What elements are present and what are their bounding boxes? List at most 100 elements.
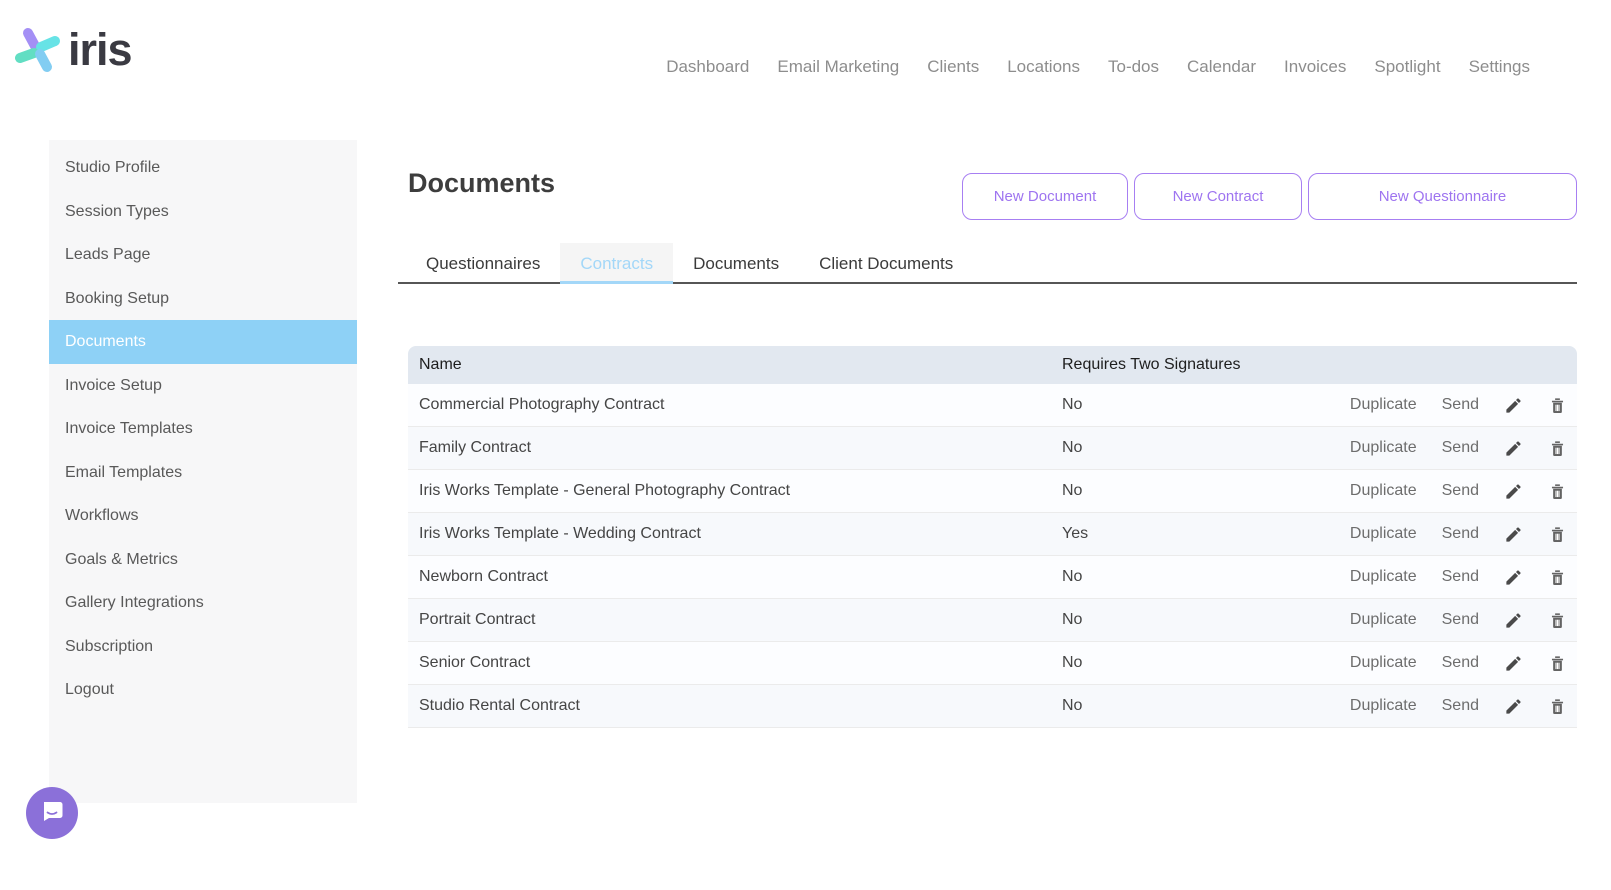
send-link[interactable]: Send (1442, 611, 1479, 629)
duplicate-link[interactable]: Duplicate (1350, 568, 1417, 586)
send-link[interactable]: Send (1442, 568, 1479, 586)
sidebar-item-goals-metrics[interactable]: Goals & Metrics (49, 538, 357, 582)
nav-settings[interactable]: Settings (1469, 57, 1530, 77)
requires-two-signatures-value: No (1062, 396, 1083, 413)
row-actions: Duplicate Send (1302, 439, 1577, 458)
duplicate-link[interactable]: Duplicate (1350, 439, 1417, 457)
delete-trash-icon[interactable] (1548, 525, 1567, 544)
brand-name: iris (68, 24, 133, 75)
chat-bubble-icon (39, 798, 65, 829)
delete-trash-icon[interactable] (1548, 697, 1567, 716)
contract-name: Commercial Photography Contract (419, 396, 665, 413)
table-header: Name Requires Two Signatures (408, 346, 1577, 384)
requires-two-signatures-value: No (1062, 439, 1083, 456)
nav-locations[interactable]: Locations (1007, 57, 1080, 77)
sidebar-item-logout[interactable]: Logout (49, 668, 357, 712)
sidebar-item-email-templates[interactable]: Email Templates (49, 451, 357, 495)
page-title: Documents (408, 168, 556, 198)
chat-launcher-button[interactable] (26, 787, 78, 839)
send-link[interactable]: Send (1442, 525, 1479, 543)
table-row: Studio Rental Contract No Duplicate Send (408, 685, 1577, 728)
table-row: Portrait Contract No Duplicate Send (408, 599, 1577, 642)
duplicate-link[interactable]: Duplicate (1350, 697, 1417, 715)
delete-trash-icon[interactable] (1548, 568, 1567, 587)
delete-trash-icon[interactable] (1548, 439, 1567, 458)
row-actions: Duplicate Send (1302, 396, 1577, 415)
sidebar-item-invoice-templates[interactable]: Invoice Templates (49, 407, 357, 451)
requires-two-signatures-value: No (1062, 654, 1083, 671)
sidebar-item-leads-page[interactable]: Leads Page (49, 233, 357, 277)
requires-two-signatures-value: No (1062, 568, 1083, 585)
nav-todos[interactable]: To-dos (1108, 57, 1159, 77)
delete-trash-icon[interactable] (1548, 482, 1567, 501)
edit-pencil-icon[interactable] (1504, 525, 1523, 544)
edit-pencil-icon[interactable] (1504, 396, 1523, 415)
tab-contracts[interactable]: Contracts (560, 243, 674, 284)
edit-pencil-icon[interactable] (1504, 482, 1523, 501)
requires-two-signatures-value: Yes (1062, 525, 1089, 542)
top-navigation: Dashboard Email Marketing Clients Locati… (666, 57, 1530, 77)
requires-two-signatures-value: No (1062, 482, 1083, 499)
contract-name: Portrait Contract (419, 611, 536, 628)
edit-pencil-icon[interactable] (1504, 654, 1523, 673)
duplicate-link[interactable]: Duplicate (1350, 396, 1417, 414)
nav-dashboard[interactable]: Dashboard (666, 57, 749, 77)
edit-pencil-icon[interactable] (1504, 568, 1523, 587)
contract-name: Family Contract (419, 439, 532, 456)
table-row: Commercial Photography Contract No Dupli… (408, 384, 1577, 427)
contract-name: Iris Works Template - Wedding Contract (419, 525, 701, 542)
send-link[interactable]: Send (1442, 439, 1479, 457)
contracts-table: Name Requires Two Signatures Commercial … (408, 346, 1577, 728)
new-questionnaire-button[interactable]: New Questionnaire (1308, 173, 1577, 220)
row-actions: Duplicate Send (1302, 611, 1577, 630)
sidebar-item-studio-profile[interactable]: Studio Profile (49, 146, 357, 190)
table-row: Senior Contract No Duplicate Send (408, 642, 1577, 685)
sidebar-item-subscription[interactable]: Subscription (49, 625, 357, 669)
duplicate-link[interactable]: Duplicate (1350, 654, 1417, 672)
nav-email-marketing[interactable]: Email Marketing (777, 57, 899, 77)
duplicate-link[interactable]: Duplicate (1350, 482, 1417, 500)
sidebar-item-invoice-setup[interactable]: Invoice Setup (49, 364, 357, 408)
tab-client-documents[interactable]: Client Documents (799, 243, 973, 282)
send-link[interactable]: Send (1442, 697, 1479, 715)
contract-name: Newborn Contract (419, 568, 548, 585)
delete-trash-icon[interactable] (1548, 654, 1567, 673)
contract-name: Senior Contract (419, 654, 531, 671)
new-document-button[interactable]: New Document (962, 173, 1128, 220)
brand-logo[interactable]: iris (14, 24, 133, 79)
send-link[interactable]: Send (1442, 654, 1479, 672)
contract-name: Iris Works Template - General Photograph… (419, 482, 791, 499)
table-row: Iris Works Template - General Photograph… (408, 470, 1577, 513)
nav-invoices[interactable]: Invoices (1284, 57, 1346, 77)
edit-pencil-icon[interactable] (1504, 611, 1523, 630)
delete-trash-icon[interactable] (1548, 396, 1567, 415)
table-row: Iris Works Template - Wedding Contract Y… (408, 513, 1577, 556)
row-actions: Duplicate Send (1302, 697, 1577, 716)
send-link[interactable]: Send (1442, 396, 1479, 414)
sidebar-item-gallery-integrations[interactable]: Gallery Integrations (49, 581, 357, 625)
edit-pencil-icon[interactable] (1504, 439, 1523, 458)
send-link[interactable]: Send (1442, 482, 1479, 500)
new-contract-button[interactable]: New Contract (1134, 173, 1302, 220)
nav-calendar[interactable]: Calendar (1187, 57, 1256, 77)
table-row: Family Contract No Duplicate Send (408, 427, 1577, 470)
duplicate-link[interactable]: Duplicate (1350, 611, 1417, 629)
edit-pencil-icon[interactable] (1504, 697, 1523, 716)
document-action-buttons: New Document New Contract New Questionna… (962, 173, 1577, 220)
duplicate-link[interactable]: Duplicate (1350, 525, 1417, 543)
sidebar-item-workflows[interactable]: Workflows (49, 494, 357, 538)
nav-clients[interactable]: Clients (927, 57, 979, 77)
settings-sidebar: Studio Profile Session Types Leads Page … (49, 140, 357, 803)
delete-trash-icon[interactable] (1548, 611, 1567, 630)
sidebar-item-session-types[interactable]: Session Types (49, 190, 357, 234)
sidebar-item-booking-setup[interactable]: Booking Setup (49, 277, 357, 321)
requires-two-signatures-value: No (1062, 611, 1083, 628)
row-actions: Duplicate Send (1302, 482, 1577, 501)
tab-documents[interactable]: Documents (673, 243, 799, 282)
table-row: Newborn Contract No Duplicate Send (408, 556, 1577, 599)
tab-questionnaires[interactable]: Questionnaires (406, 243, 560, 282)
row-actions: Duplicate Send (1302, 654, 1577, 673)
sidebar-item-documents[interactable]: Documents (49, 320, 357, 364)
nav-spotlight[interactable]: Spotlight (1374, 57, 1440, 77)
pinwheel-logo-icon (14, 26, 62, 79)
